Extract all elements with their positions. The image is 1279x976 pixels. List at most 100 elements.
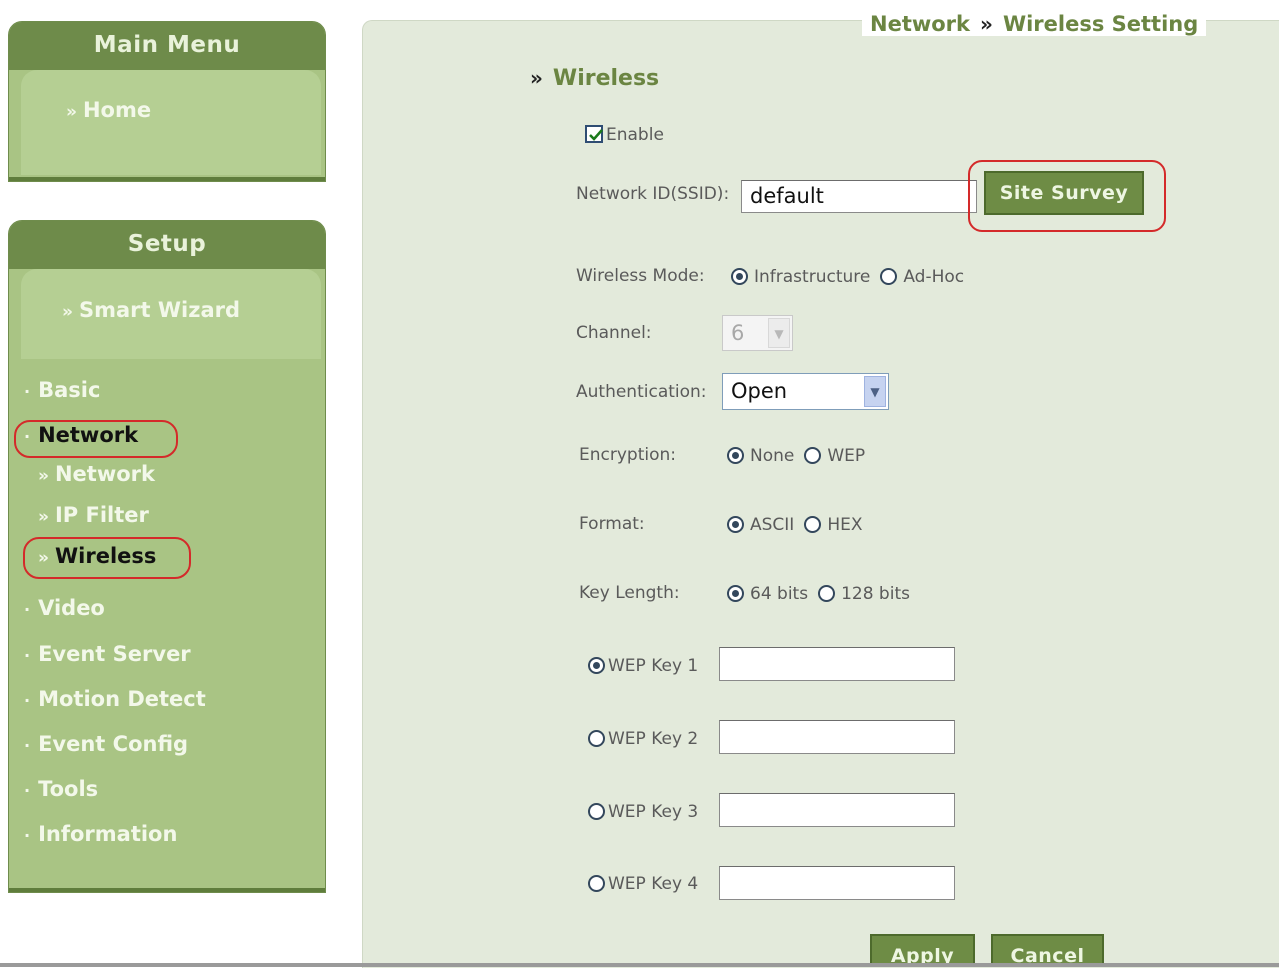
encryption-wep-radio[interactable]: [804, 447, 822, 464]
key-length-128-label: 128 bits: [841, 584, 910, 604]
key-length-64-label: 64 bits: [750, 584, 809, 604]
key-length-label: Key Length:: [579, 583, 680, 603]
chevron-down-icon: ▼: [768, 318, 790, 348]
setup-divider: [9, 888, 325, 892]
chevron-icon: »: [38, 507, 49, 527]
sidebar-item-basic[interactable]: · Basic: [24, 378, 100, 402]
smart-wizard-label: Smart Wizard: [78, 298, 241, 322]
authentication-value: Open: [731, 379, 788, 403]
sidebar-item-label: Event Server: [38, 642, 191, 666]
channel-value: 6: [731, 321, 745, 345]
sidebar-item-label: Video: [38, 596, 105, 620]
format-hex-radio[interactable]: [804, 516, 822, 533]
sidebar-item-label: Tools: [38, 777, 99, 801]
wep-key-3-input[interactable]: [719, 793, 955, 827]
bullet-icon: ·: [24, 691, 31, 710]
wep-key-2-label: WEP Key 2: [608, 729, 699, 749]
sidebar-item-event-server[interactable]: · Event Server: [24, 642, 191, 666]
ssid-input[interactable]: default: [741, 180, 977, 213]
key-length-64-radio[interactable]: [727, 585, 744, 602]
wep-key-4-option: WEP Key 4: [588, 874, 708, 894]
enable-checkbox[interactable]: [585, 125, 603, 143]
encryption-group: None WEP: [727, 446, 875, 466]
wep-key-1-label: WEP Key 1: [608, 656, 699, 676]
sidebar-item-event-config[interactable]: · Event Config: [24, 732, 188, 756]
main-menu-body: [21, 70, 321, 175]
channel-label: Channel:: [576, 323, 652, 343]
site-survey-button[interactable]: Site Survey: [984, 171, 1144, 215]
breadcrumb-page: Wireless Setting: [1002, 12, 1199, 36]
encryption-wep-label: WEP: [827, 446, 866, 466]
wep-key-1-radio[interactable]: [588, 657, 605, 674]
section-title: » Wireless: [530, 66, 659, 91]
authentication-label: Authentication:: [576, 382, 707, 402]
main-menu-title: Main Menu: [9, 22, 325, 70]
breadcrumb-section[interactable]: Network: [870, 12, 970, 36]
encryption-none-radio[interactable]: [727, 447, 744, 464]
chevron-icon: »: [66, 102, 77, 122]
sidebar-item-tools[interactable]: · Tools: [24, 777, 98, 801]
wep-key-4-input[interactable]: [719, 866, 955, 900]
chevron-down-icon: ▼: [864, 376, 886, 407]
smart-wizard-link[interactable]: » Smart Wizard: [62, 298, 240, 322]
enable-option: Enable: [585, 125, 674, 145]
encryption-label: Encryption:: [579, 445, 676, 465]
sidebar-item-information[interactable]: · Information: [24, 822, 177, 846]
wep-key-2-input[interactable]: [719, 720, 955, 754]
chevron-icon: »: [62, 302, 73, 322]
ad-hoc-label: Ad-Hoc: [903, 267, 965, 287]
format-ascii-label: ASCII: [750, 515, 795, 535]
checkmark-icon: [589, 129, 603, 141]
ad-hoc-radio[interactable]: [880, 268, 898, 285]
bullet-icon: ·: [24, 646, 31, 665]
wep-key-2-radio[interactable]: [588, 730, 605, 747]
sidebar-item-motion-detect[interactable]: · Motion Detect: [24, 687, 206, 711]
sidebar-item-label: Motion Detect: [38, 687, 206, 711]
infrastructure-radio[interactable]: [731, 268, 748, 285]
setup-title: Setup: [9, 221, 325, 269]
wireless-mode-group: Infrastructure Ad-Hoc: [731, 267, 974, 287]
sidebar-item-video[interactable]: · Video: [24, 596, 105, 620]
chevron-icon: »: [38, 548, 49, 568]
wep-key-3-label: WEP Key 3: [608, 802, 699, 822]
wep-key-3-option: WEP Key 3: [588, 802, 708, 822]
bullet-icon: ·: [24, 736, 31, 755]
chevron-icon: »: [38, 466, 49, 486]
format-hex-label: HEX: [827, 515, 863, 535]
encryption-none-label: None: [750, 446, 795, 466]
wep-key-3-radio[interactable]: [588, 803, 605, 820]
authentication-select[interactable]: Open ▼: [722, 373, 889, 410]
bullet-icon: ·: [24, 382, 31, 401]
main-menu-divider: [9, 177, 325, 181]
sidebar-subitem-network[interactable]: » Network: [38, 462, 155, 486]
sidebar-item-network[interactable]: · Network: [24, 423, 138, 447]
window-bottom-edge: [0, 963, 1279, 967]
wep-key-4-label: WEP Key 4: [608, 874, 699, 894]
sidebar-subitem-ip-filter[interactable]: » IP Filter: [38, 503, 149, 527]
bullet-icon: ·: [24, 600, 31, 619]
ssid-label: Network ID(SSID):: [576, 184, 730, 204]
wep-key-1-input[interactable]: [719, 647, 955, 681]
sidebar-item-label: Network: [38, 423, 139, 447]
wep-key-1-option: WEP Key 1: [588, 656, 708, 676]
sidebar-item-label: Network: [54, 462, 155, 486]
section-title-text: Wireless: [552, 66, 660, 91]
home-link[interactable]: » Home: [66, 98, 151, 122]
sidebar-item-label: Wireless: [54, 544, 157, 568]
enable-label: Enable: [606, 125, 664, 145]
bullet-icon: ·: [24, 826, 31, 845]
bullet-icon: ·: [24, 781, 31, 800]
infrastructure-label: Infrastructure: [754, 267, 871, 287]
home-label: Home: [82, 98, 152, 122]
sidebar-item-label: Information: [38, 822, 178, 846]
wep-key-4-radio[interactable]: [588, 875, 605, 892]
wireless-mode-label: Wireless Mode:: [576, 266, 705, 286]
channel-select: 6 ▼: [722, 315, 793, 351]
breadcrumb: Network » Wireless Setting: [862, 12, 1207, 36]
format-ascii-radio[interactable]: [727, 516, 744, 533]
breadcrumb-separator-icon: »: [980, 12, 993, 36]
wep-key-2-option: WEP Key 2: [588, 729, 708, 749]
key-length-128-radio[interactable]: [818, 585, 836, 602]
format-group: ASCII HEX: [727, 515, 873, 535]
sidebar-subitem-wireless[interactable]: » Wireless: [38, 544, 156, 568]
